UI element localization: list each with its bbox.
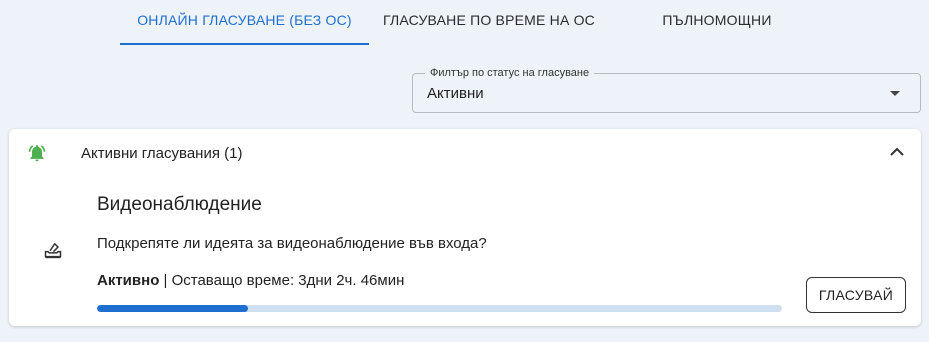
poll-question: Подкрепяте ли идеята за видеонаблюдение … xyxy=(97,235,487,252)
status-filter-select[interactable]: Филтър по статус на гласуване Активни xyxy=(412,66,921,113)
tab-voting-during-meeting[interactable]: ГЛАСУВАНЕ ПО ВРЕМЕ НА ОС xyxy=(369,0,609,45)
poll-status-line: Активно | Оставащо време: 3дни 2ч. 46мин xyxy=(97,272,404,289)
caret-down-icon[interactable] xyxy=(890,91,900,96)
remaining-time: Оставащо време: 3дни 2ч. 46мин xyxy=(171,272,405,289)
status-filter-value: Активни xyxy=(427,85,484,102)
vote-button[interactable]: ГЛАСУВАЙ xyxy=(806,277,906,313)
poll-status: Активно xyxy=(97,272,160,289)
active-votes-panel: Активни гласувания (1) Видеонаблюдение П… xyxy=(9,129,921,326)
tab-proxies[interactable]: ПЪЛНОМОЩНИ xyxy=(609,0,825,45)
tab-bar: ОНЛАЙН ГЛАСУВАНЕ (БЕЗ ОС) ГЛАСУВАНЕ ПО В… xyxy=(120,0,825,45)
chevron-up-icon[interactable] xyxy=(889,146,905,158)
ballot-box-icon xyxy=(44,243,62,259)
poll-title: Видеонаблюдение xyxy=(97,194,262,215)
time-progress-bar xyxy=(97,305,782,312)
tab-online-voting[interactable]: ОНЛАЙН ГЛАСУВАНЕ (БЕЗ ОС) xyxy=(120,0,369,45)
active-votes-title: Активни гласувания (1) xyxy=(81,145,243,162)
bell-ringing-icon xyxy=(28,145,46,162)
status-separator: | xyxy=(159,272,172,289)
time-progress-fill xyxy=(97,305,248,312)
active-votes-header[interactable]: Активни гласувания (1) xyxy=(9,129,921,177)
status-filter-label: Филтър по статус на гласуване xyxy=(425,66,595,80)
